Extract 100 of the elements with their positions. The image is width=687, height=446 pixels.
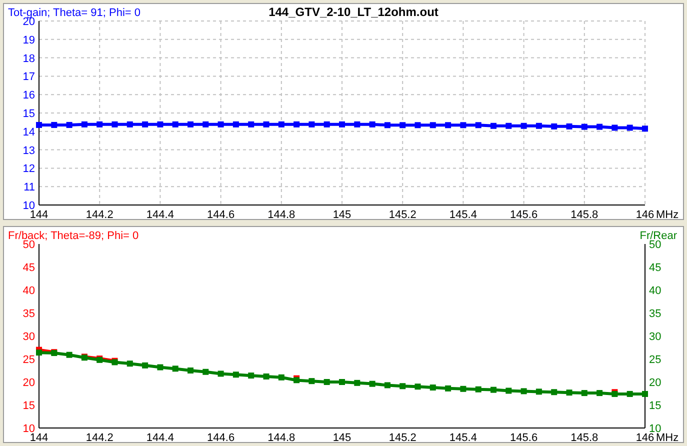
data-point [324,121,330,128]
x-tick-label: 144.8 [268,432,296,442]
data-point [551,389,558,396]
x-tick-label: 144.2 [86,209,114,219]
data-point [339,379,345,385]
y-axis-label: Tot-gain; Theta= 91; Phi= 0 [8,7,140,19]
x-tick-label: 144.6 [207,209,235,219]
data-point [354,121,360,128]
y-tick-label: 30 [649,331,662,343]
y-tick-label: 40 [649,285,662,297]
x-tick-label: 144.4 [146,432,174,442]
x-tick-label: 145.2 [388,209,416,219]
data-point [248,372,254,379]
data-point [126,360,133,367]
y-tick-label: 15 [22,108,35,120]
data-point [626,124,633,131]
y-tick-label: 45 [649,262,662,274]
data-point [596,390,603,396]
data-point [520,122,527,129]
data-point [642,126,648,132]
x-tick-label: 144 [30,432,48,442]
data-point [339,121,345,128]
x-tick-label: 145.4 [449,432,477,442]
y-tick-label: 30 [22,331,35,343]
x-tick-label: 145 [332,209,352,219]
data-point [642,390,648,397]
data-point [460,386,466,392]
data-point [188,368,194,374]
data-point [81,121,88,128]
y-tick-label: 50 [649,239,662,251]
data-point [612,124,618,131]
y-tick-label: 25 [22,354,35,366]
data-point [66,122,72,128]
data-point [384,122,390,128]
data-point [430,122,436,128]
data-point [36,122,42,128]
y-tick-label: 12 [22,163,35,176]
data-point [430,384,436,391]
y-tick-label: 10 [22,200,35,212]
data-point [51,122,58,128]
x-tick-label: 144.6 [207,432,235,442]
data-point [126,121,133,128]
data-point [232,372,239,378]
x-tick-label: 144 [30,209,48,219]
data-point [445,385,452,392]
data-point [384,382,390,388]
y-tick-label: 40 [22,285,35,297]
x-tick-label: 145.8 [570,432,598,442]
data-point [536,122,542,129]
data-point [157,364,164,370]
y-tick-label: 35 [22,308,35,320]
data-point [96,121,103,128]
x-tick-label: 145.6 [510,432,538,442]
data-point [232,121,239,128]
data-point [157,121,164,128]
data-point [551,123,558,130]
y-tick-label: 10 [22,423,35,435]
data-point [475,122,482,128]
data-point [566,390,572,396]
data-point [460,122,466,128]
y-tick-label: 19 [22,34,35,46]
x-axis-unit: MHz [656,432,679,442]
y-tick-label: 15 [649,400,662,412]
y-tick-label: 11 [24,182,35,194]
x-tick-label: 144.4 [146,209,174,219]
data-point [278,121,284,128]
data-point [506,122,512,129]
y-tick-label: 16 [22,90,35,102]
data-point [278,374,284,380]
data-point [354,380,360,386]
data-point [142,362,148,368]
y-tick-label: 14 [22,126,35,138]
y-tick-label: 25 [649,354,662,366]
data-point [506,388,512,394]
data-point [445,122,452,128]
data-point [369,121,376,128]
data-point [263,373,270,380]
data-point [520,388,527,394]
x-tick-label: 145.4 [449,209,477,219]
x-tick-label: 145.6 [510,209,538,219]
data-point [172,366,178,372]
x-tick-label: 146 [636,209,654,219]
data-point [324,379,330,385]
y-tick-label: 13 [22,144,35,157]
x-axis-unit: MHz [656,209,679,219]
data-point [188,121,194,128]
data-point [475,386,482,392]
data-point [369,380,376,387]
data-point [581,390,588,396]
data-point [308,121,315,128]
data-point [596,124,603,130]
x-tick-label: 144.2 [86,432,114,442]
data-point [112,121,118,128]
data-point [400,383,406,390]
data-point [536,388,542,395]
data-point [414,384,421,390]
x-tick-label: 146 [636,432,654,442]
data-point [308,378,315,384]
y-tick-label: 20 [22,377,35,389]
chart-title: 144_GTV_2-10_LT_12ohm.out [268,5,438,19]
